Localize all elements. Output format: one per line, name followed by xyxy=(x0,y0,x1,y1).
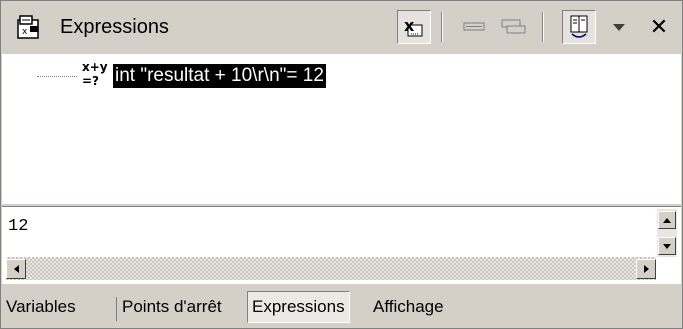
tree-connector xyxy=(37,76,77,77)
detail-pane-button[interactable] xyxy=(562,10,596,44)
expressions-view-icon: x xyxy=(16,14,48,42)
tab-breakpoints[interactable]: Points d'arrêt xyxy=(118,291,226,323)
arrow-up-icon xyxy=(663,217,671,223)
tab-variables[interactable]: Variables xyxy=(2,291,80,323)
view-tabs: Variables Points d'arrêt Expressions Aff… xyxy=(2,291,681,325)
tab-display[interactable]: Affichage xyxy=(369,291,448,323)
expression-tree-item[interactable]: int "resultat + 10\r\n"= 12 xyxy=(113,64,326,88)
svg-text:=?: =? xyxy=(82,74,99,88)
horizontal-scrollbar[interactable] xyxy=(6,257,656,280)
tab-divider xyxy=(116,297,117,321)
view-title-bar: x Expressions x ✕ xyxy=(2,2,681,54)
detail-pane[interactable]: 12 xyxy=(2,207,681,284)
arrow-left-icon xyxy=(13,265,19,273)
vertical-scrollbar[interactable] xyxy=(657,209,677,257)
view-menu-button[interactable] xyxy=(602,10,636,44)
collapse-all-button[interactable] xyxy=(497,10,531,44)
svg-text:x: x xyxy=(22,27,28,37)
expressions-tree[interactable]: x+y =? int "resultat + 10\r\n"= 12 xyxy=(2,54,681,203)
close-button[interactable]: ✕ xyxy=(642,10,676,44)
detail-pane-icon xyxy=(570,15,588,38)
tab-expressions[interactable]: Expressions xyxy=(247,291,350,323)
detail-text[interactable]: 12 xyxy=(8,217,28,236)
scroll-left-button[interactable] xyxy=(6,259,26,279)
expressions-view: x Expressions x ✕ x+y =? int "resultat +… xyxy=(0,0,683,329)
collapse-all-icon xyxy=(501,19,526,34)
view-title: Expressions xyxy=(60,16,169,38)
svg-text:x: x xyxy=(404,16,415,35)
scroll-right-button[interactable] xyxy=(636,259,656,279)
toolbar-separator xyxy=(441,12,443,42)
arrow-right-icon xyxy=(643,265,649,273)
evaluate-icon: x xyxy=(404,16,423,37)
scroll-up-button[interactable] xyxy=(658,211,676,229)
chevron-down-icon xyxy=(613,24,625,31)
arrow-down-icon xyxy=(663,243,671,249)
svg-text:x+y: x+y xyxy=(82,60,108,74)
toolbar-separator xyxy=(542,12,544,42)
close-icon: ✕ xyxy=(649,14,669,39)
evaluate-button[interactable]: x xyxy=(397,10,431,44)
collapse-button[interactable] xyxy=(457,10,491,44)
expression-icon: x+y =? xyxy=(78,60,108,90)
collapse-icon xyxy=(463,22,485,31)
scroll-down-button[interactable] xyxy=(658,237,676,255)
